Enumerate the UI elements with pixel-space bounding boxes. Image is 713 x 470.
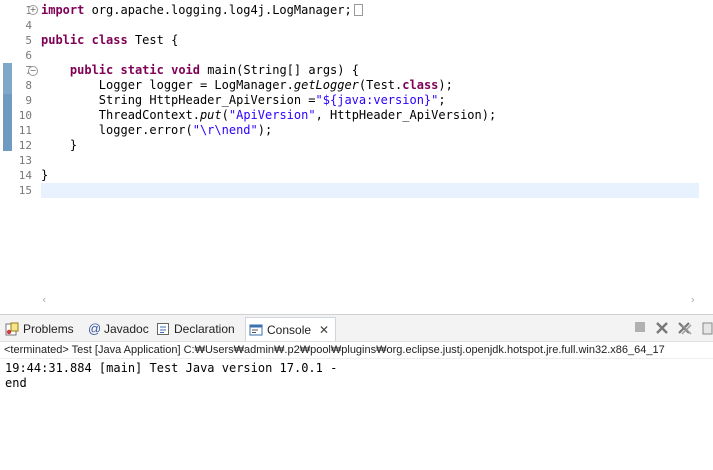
static-method-call: getLogger	[293, 78, 359, 92]
horizontal-scrollbar[interactable]: ‹ ›	[36, 292, 699, 308]
folded-imports-icon[interactable]	[353, 4, 363, 16]
view-menu-icon[interactable]	[702, 321, 713, 336]
code-text: );	[438, 78, 453, 92]
line-number: 12	[18, 139, 32, 152]
line-number: 5	[25, 34, 32, 47]
code-text: (	[221, 108, 229, 122]
code-line-14: }	[41, 168, 49, 182]
tab-label: Problems	[23, 322, 74, 336]
fold-expand-icon[interactable]: +	[28, 5, 38, 15]
change-marker	[3, 94, 12, 151]
keyword-import: import	[41, 3, 85, 17]
code-text: );	[257, 123, 273, 137]
remove-launch-icon[interactable]	[654, 321, 669, 336]
remove-all-terminated-icon[interactable]	[677, 321, 692, 336]
current-line-15[interactable]	[41, 183, 699, 198]
string-literal: "\r\nend"	[192, 123, 258, 137]
line-number: 14	[18, 169, 32, 182]
line-number: 9	[25, 94, 32, 107]
code-line-12: }	[41, 138, 78, 152]
code-text: ThreadContext.	[41, 108, 200, 122]
keyword-public: public	[41, 33, 85, 47]
line-number: 15	[18, 184, 32, 197]
change-marker	[3, 63, 12, 94]
code-area[interactable]: import org.apache.logging.log4j.LogManag…	[41, 3, 699, 198]
code-line-5: public class Test {	[41, 33, 699, 48]
line-number: 13	[18, 154, 32, 167]
keyword-public: public	[69, 63, 114, 77]
code-line-9: String HttpHeader_ApiVersion ="${java:ve…	[41, 93, 699, 108]
vertical-scrollbar[interactable]	[699, 0, 713, 290]
code-text: logger.error(	[41, 123, 193, 137]
code-line-7: public static void main(String[] args) {	[41, 63, 699, 78]
keyword-void: void	[171, 63, 200, 77]
string-literal: "ApiVersion"	[228, 108, 316, 122]
code-text: Logger logger = LogManager.	[41, 78, 294, 92]
console-icon	[249, 321, 263, 336]
declaration-icon	[156, 320, 170, 335]
bottom-views-panel: Problems @ Javadoc Declaration Console ✕ <	[0, 314, 713, 470]
tab-label: Declaration	[174, 322, 235, 336]
tab-label: Javadoc	[104, 322, 149, 336]
console-line: end	[5, 376, 27, 390]
class-declaration: Test {	[127, 33, 179, 47]
tab-label: Console	[267, 323, 312, 337]
line-number-gutter: 1 4 5 6 7 8 9 10 11 12 13 14 15	[12, 3, 36, 198]
scroll-left-icon[interactable]: ‹	[42, 292, 46, 308]
code-text: ;	[438, 93, 446, 107]
code-text: (Test.	[358, 78, 403, 92]
code-text: , HttpHeader_ApiVersion);	[315, 108, 497, 122]
tab-problems[interactable]: Problems	[5, 317, 74, 341]
terminate-icon[interactable]	[632, 321, 647, 336]
import-path: org.apache.logging.log4j.LogManager;	[84, 3, 352, 17]
code-line-11: logger.error("\r\nend");	[41, 123, 699, 138]
code-line-8: Logger logger = LogManager.getLogger(Tes…	[41, 78, 699, 93]
line-number: 8	[25, 79, 32, 92]
static-method-call: put	[199, 108, 222, 122]
fold-collapse-icon[interactable]: −	[28, 66, 38, 76]
close-icon[interactable]: ✕	[319, 323, 329, 337]
keyword-static: static	[120, 63, 164, 77]
line-number: 11	[18, 124, 32, 137]
view-tab-bar: Problems @ Javadoc Declaration Console ✕	[0, 315, 713, 342]
javadoc-icon: @	[88, 321, 102, 336]
code-text: String HttpHeader_ApiVersion =	[41, 93, 316, 107]
string-literal: "${java:version}"	[315, 93, 439, 107]
line-number: 10	[18, 109, 32, 122]
problems-icon	[5, 320, 19, 336]
line-number: 6	[25, 49, 32, 62]
tab-javadoc[interactable]: @ Javadoc	[88, 317, 149, 341]
tab-declaration[interactable]: Declaration	[156, 317, 235, 341]
console-process-label: <terminated> Test [Java Application] C:₩…	[0, 342, 713, 359]
keyword-class: class	[402, 78, 439, 92]
console-output[interactable]: 19:44:31.884 [main] Test Java version 17…	[0, 359, 713, 391]
method-signature: main(String[] args) {	[200, 63, 359, 77]
keyword-class: class	[91, 33, 128, 47]
scroll-right-icon[interactable]: ›	[691, 292, 695, 308]
code-line-1: import org.apache.logging.log4j.LogManag…	[41, 3, 699, 18]
tab-console[interactable]: Console ✕	[245, 317, 337, 341]
code-line-10: ThreadContext.put("ApiVersion", HttpHead…	[41, 108, 699, 123]
console-line: 19:44:31.884 [main] Test Java version 17…	[5, 361, 338, 375]
line-number: 4	[25, 19, 32, 32]
code-editor[interactable]: 1 4 5 6 7 8 9 10 11 12 13 14 15 + − impo…	[0, 0, 713, 310]
